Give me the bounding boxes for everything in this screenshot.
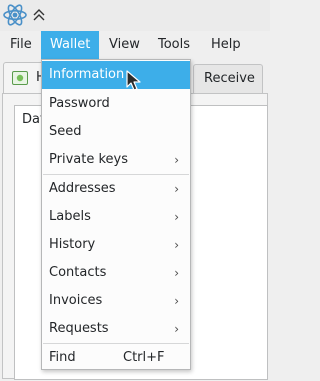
chevron-right-icon: › bbox=[174, 153, 179, 167]
menu-item-label: Requests bbox=[49, 321, 109, 336]
menu-item-history[interactable]: History › bbox=[42, 231, 190, 259]
chevron-double-up-icon[interactable] bbox=[30, 6, 48, 24]
wallet-menu: Information Password Seed Private keys ›… bbox=[41, 59, 191, 370]
tab-receive-label: Receive bbox=[204, 71, 255, 86]
menu-item-shortcut: Ctrl+F bbox=[123, 350, 165, 365]
title-bar bbox=[0, 0, 270, 31]
menu-wallet[interactable]: Wallet bbox=[41, 31, 99, 59]
menu-item-password[interactable]: Password bbox=[42, 90, 190, 118]
menu-item-labels[interactable]: Labels › bbox=[42, 203, 190, 231]
menu-item-label: Seed bbox=[49, 124, 82, 139]
menu-view[interactable]: View bbox=[101, 31, 148, 59]
chevron-right-icon: › bbox=[174, 210, 179, 224]
chevron-right-icon: › bbox=[174, 294, 179, 308]
chevron-right-icon: › bbox=[174, 182, 179, 196]
menu-item-label: Information bbox=[49, 67, 125, 82]
menu-item-label: Invoices bbox=[49, 293, 103, 308]
menu-item-label: Labels bbox=[49, 209, 91, 224]
menu-item-find[interactable]: Find Ctrl+F bbox=[42, 344, 190, 372]
menu-item-requests[interactable]: Requests › bbox=[42, 315, 190, 343]
menu-item-information[interactable]: Information bbox=[42, 61, 190, 89]
menu-item-private-keys[interactable]: Private keys › bbox=[42, 146, 190, 174]
chevron-right-icon: › bbox=[174, 238, 179, 252]
menu-item-contacts[interactable]: Contacts › bbox=[42, 259, 190, 287]
menu-item-label: Private keys bbox=[49, 152, 128, 167]
chevron-right-icon: › bbox=[174, 266, 179, 280]
menu-item-label: Password bbox=[49, 96, 110, 111]
menu-item-invoices[interactable]: Invoices › bbox=[42, 287, 190, 315]
menu-help[interactable]: Help bbox=[203, 31, 249, 59]
menu-item-label: Find bbox=[49, 350, 76, 365]
menu-item-addresses[interactable]: Addresses › bbox=[42, 175, 190, 203]
tab-history[interactable]: H bbox=[3, 62, 46, 94]
mouse-cursor-icon bbox=[126, 70, 141, 91]
menu-item-label: Contacts bbox=[49, 265, 107, 280]
menu-item-label: History bbox=[49, 237, 96, 252]
menu-item-seed[interactable]: Seed bbox=[42, 118, 190, 146]
chevron-right-icon: › bbox=[174, 322, 179, 336]
menu-file[interactable]: File bbox=[2, 31, 40, 59]
menu-tools[interactable]: Tools bbox=[150, 31, 198, 59]
tab-receive[interactable]: Receive bbox=[193, 64, 263, 94]
menu-item-label: Addresses bbox=[49, 181, 116, 196]
menu-bar: File Wallet View Tools Help bbox=[0, 31, 270, 59]
history-icon bbox=[12, 71, 28, 85]
electrum-atom-icon[interactable] bbox=[2, 2, 28, 28]
